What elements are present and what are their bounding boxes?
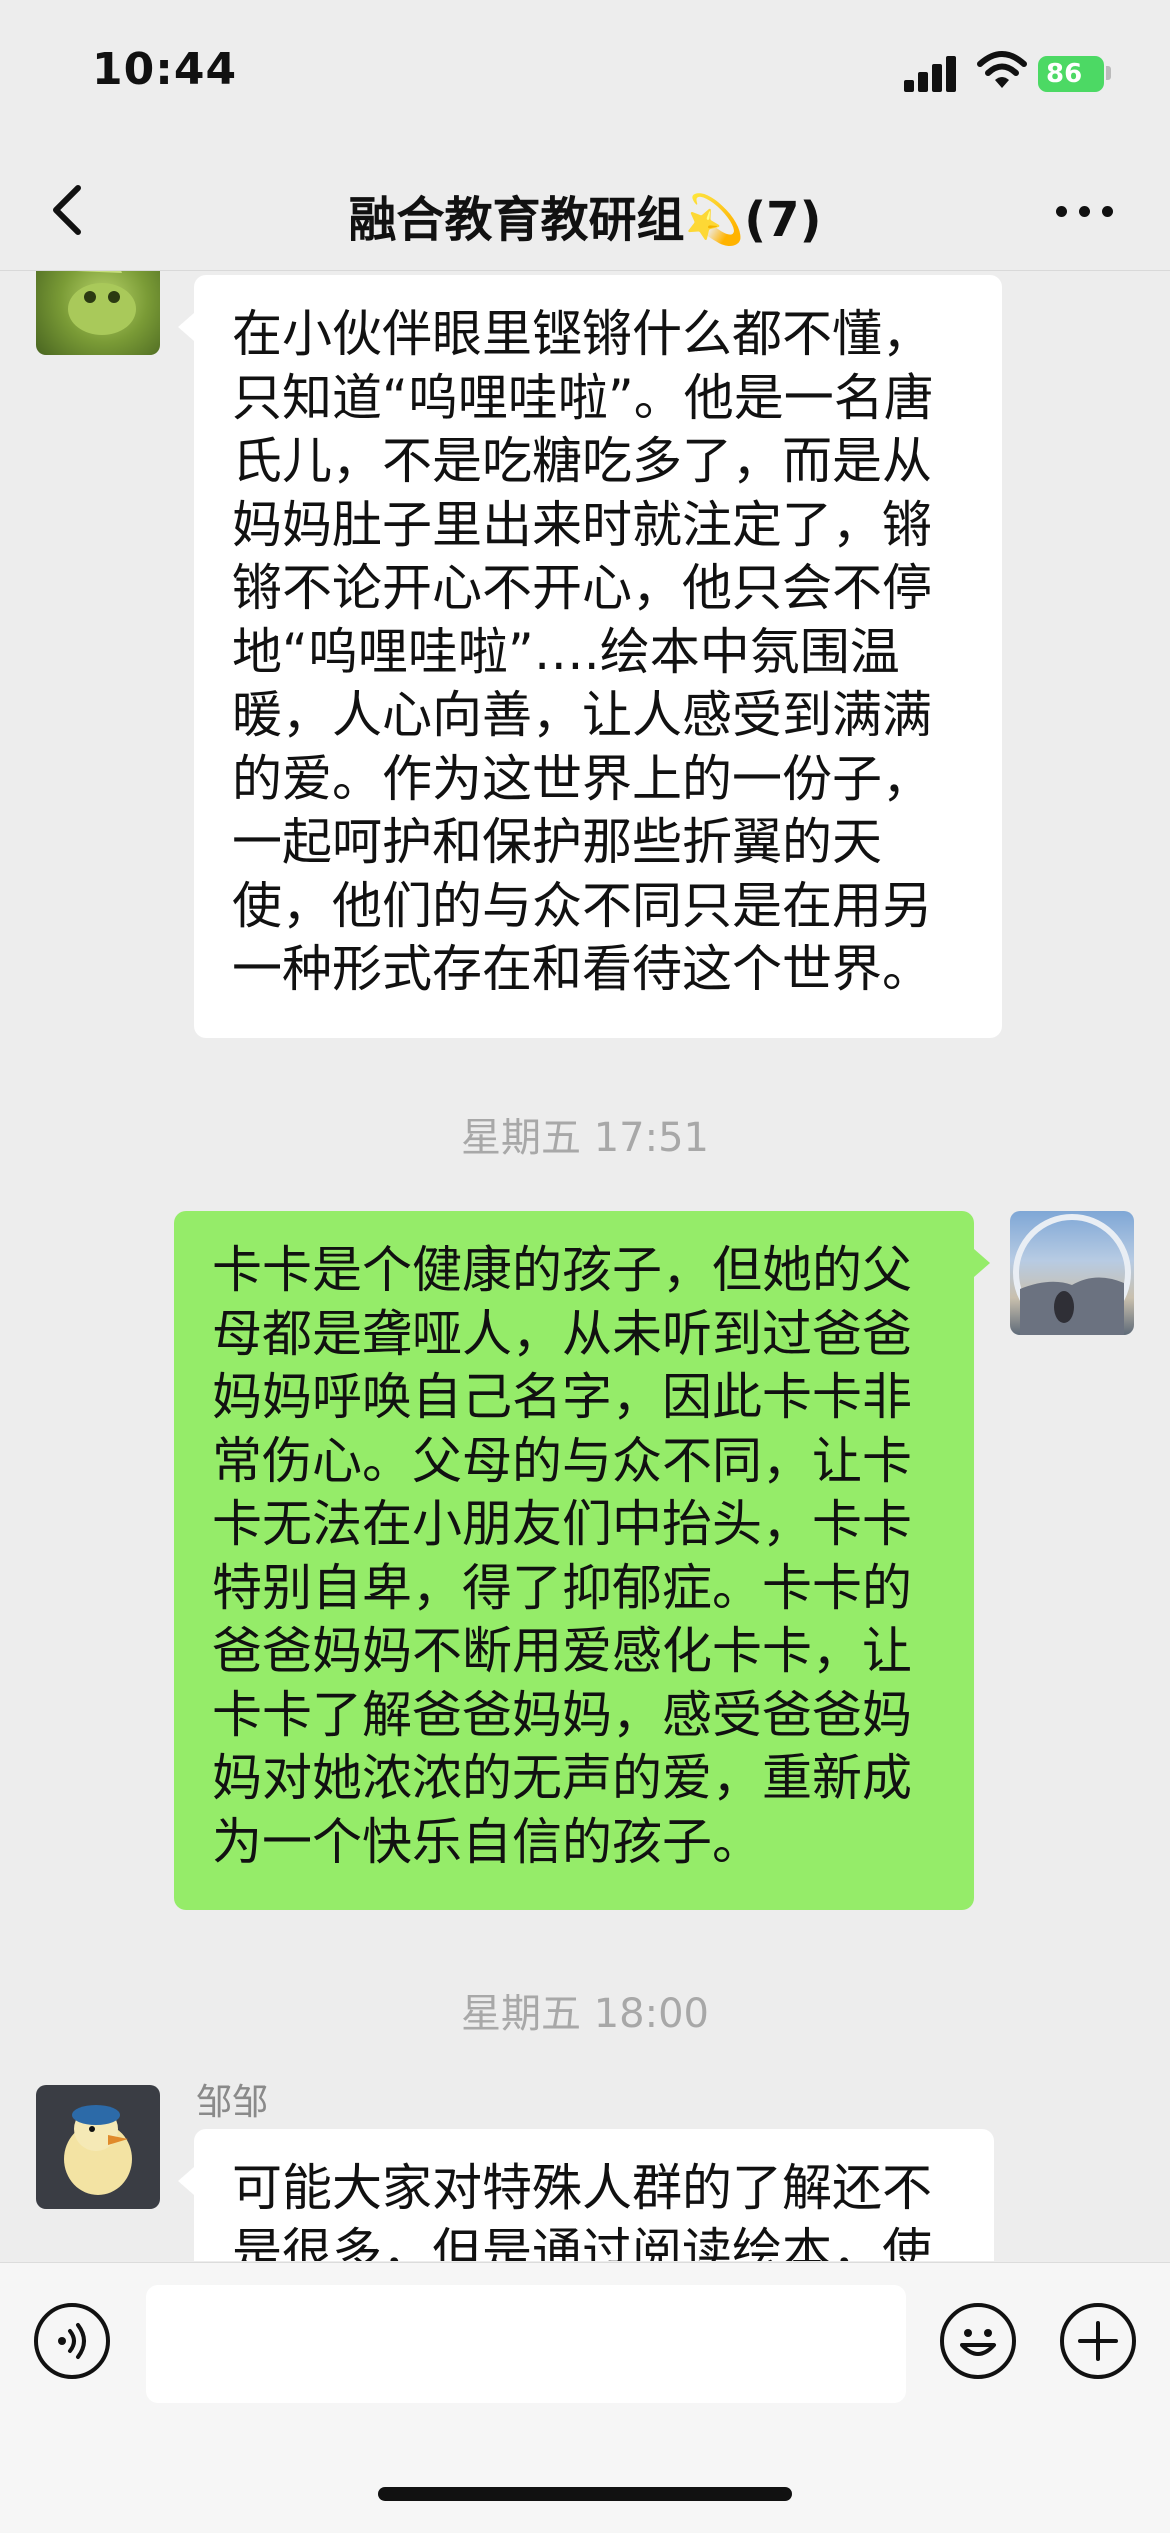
more-dots-icon[interactable]: [1050, 186, 1120, 236]
voice-icon[interactable]: [34, 2303, 110, 2379]
emoji-icon[interactable]: [940, 2303, 1016, 2379]
chevron-left-icon[interactable]: [40, 178, 100, 242]
battery-indicator: 86: [1038, 56, 1104, 92]
timestamp-1: 星期五 17:51: [461, 1115, 709, 1161]
message-bubble-1[interactable]: 在小伙伴眼里铿锵什么都不懂，只知道“呜哩哇啦”。他是一名唐氏儿，不是吃糖吃多了，…: [178, 275, 1002, 1038]
avatar-sender-1[interactable]: [36, 271, 160, 355]
nav-bar: 融合教育教研组💫(7): [0, 150, 1170, 271]
message-bubble-2[interactable]: 卡卡是个健康的孩子，但她的父母都是聋哑人，从未听到过爸爸妈妈呼唤自己名字，因此卡…: [174, 1211, 990, 1910]
status-bar: 10:44 86: [0, 0, 1170, 150]
wifi-icon: [977, 51, 1027, 88]
message-bubble-3[interactable]: 可能大家对特殊人群的了解还不是很多，但是通过阅读绘本，使: [178, 2129, 994, 2261]
avatar-sender-2[interactable]: [36, 2085, 160, 2209]
message-input[interactable]: [146, 2285, 906, 2403]
signal-icon: [904, 52, 960, 92]
plus-icon[interactable]: [1060, 2303, 1136, 2379]
status-time: 10:44: [92, 44, 238, 95]
chat-messages[interactable]: 在小伙伴眼里铿锵什么都不懂，只知道“呜哩哇啦”。他是一名唐氏儿，不是吃糖吃多了，…: [0, 271, 1170, 2261]
timestamp-2: 星期五 18:00: [461, 1991, 709, 2037]
sender-name: 邹邹: [196, 2082, 269, 2123]
input-bar: [0, 2262, 1170, 2533]
battery-tip: [1106, 66, 1111, 80]
home-indicator: [378, 2487, 792, 2501]
chat-title: 融合教育教研组💫(7): [348, 192, 822, 248]
avatar-self[interactable]: [1010, 1211, 1134, 1335]
